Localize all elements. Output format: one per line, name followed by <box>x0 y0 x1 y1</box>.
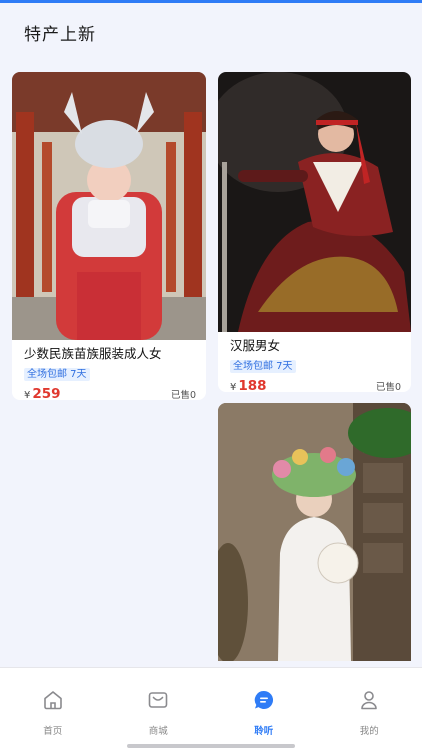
currency-symbol: ¥ <box>24 390 31 400</box>
page-title: 特产上新 <box>24 25 96 45</box>
home-indicator <box>127 744 295 748</box>
product-price: 188 <box>238 378 267 392</box>
shipping-tag: 全场包邮 7天 <box>24 368 90 381</box>
top-accent-line <box>0 0 422 3</box>
currency-symbol: ¥ <box>230 382 237 392</box>
product-name: 汉服男女 <box>230 338 281 353</box>
sold-count: 已售0 <box>170 390 196 400</box>
product-image <box>218 403 411 661</box>
product-card-qipao[interactable] <box>218 403 411 661</box>
tab-label: 我的 <box>359 726 379 737</box>
chat-icon <box>254 690 273 709</box>
profile-icon <box>361 691 378 710</box>
product-card-miao[interactable]: 少数民族苗族服装成人女 全场包邮 7天 ¥259 已售0 <box>12 72 206 400</box>
tab-label: 商城 <box>148 726 168 737</box>
product-price: 259 <box>32 386 61 400</box>
sold-count: 已售0 <box>375 382 401 392</box>
product-image <box>218 72 411 332</box>
tab-home[interactable]: 首页 <box>0 668 106 738</box>
mall-icon <box>148 692 168 708</box>
tab-listen[interactable]: 聆听 <box>211 668 317 738</box>
tab-label: 首页 <box>43 726 63 737</box>
tab-profile[interactable]: 我的 <box>317 668 422 738</box>
tab-mall[interactable]: 商城 <box>106 668 212 738</box>
home-icon <box>43 691 62 710</box>
shipping-tag: 全场包邮 7天 <box>230 360 296 373</box>
product-card-hanfu[interactable]: 汉服男女 全场包邮 7天 ¥188 已售0 <box>218 72 411 392</box>
product-image <box>12 72 206 340</box>
tab-label: 聆听 <box>254 726 274 737</box>
product-name: 少数民族苗族服装成人女 <box>24 346 162 361</box>
bottom-tab-bar: 首页 商城 聆听 我的 <box>0 667 422 750</box>
